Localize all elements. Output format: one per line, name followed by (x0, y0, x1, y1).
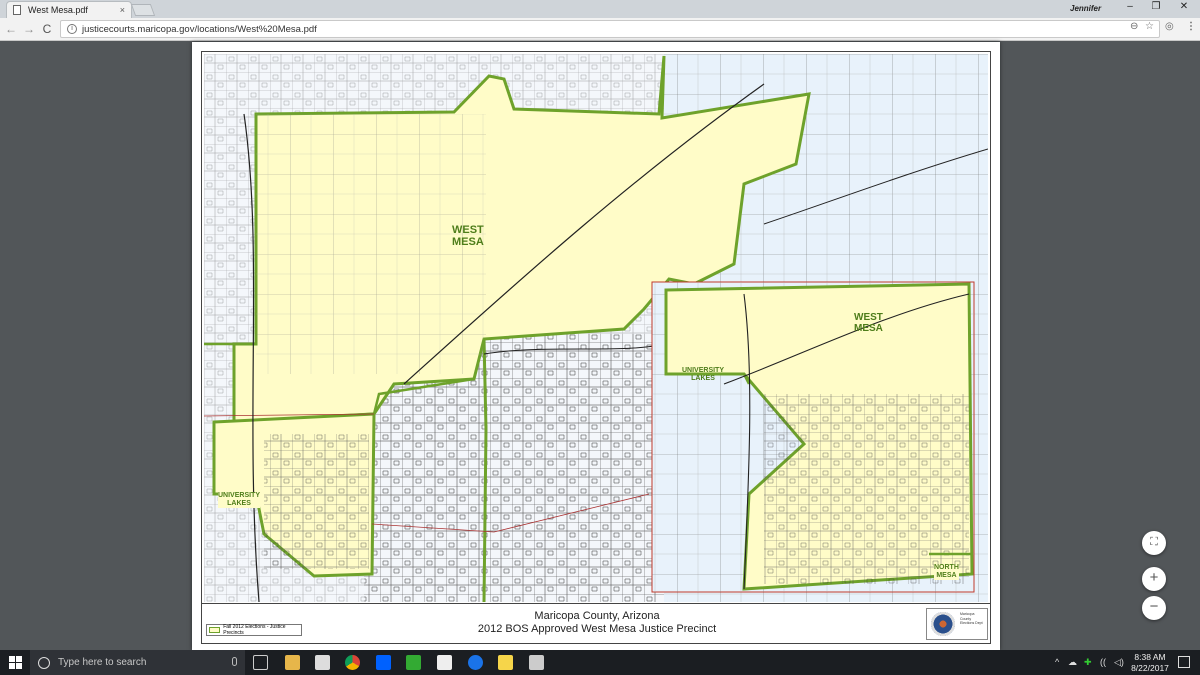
pdf-page: WEST MESA UNIVERSITY LAKES WEST MESA UNIVER… (192, 42, 1000, 650)
task-view-icon[interactable] (253, 655, 268, 670)
reload-button[interactable]: C (40, 22, 54, 36)
label-university-lakes-inset: UNIVERSITY LAKES (682, 367, 725, 382)
mail-icon[interactable] (437, 655, 452, 670)
label-university-lakes-left: UNIVERSITY LAKES (218, 492, 261, 508)
edge-icon[interactable] (468, 655, 483, 670)
map-legend: Fall 2012 Elections - Justice Precincts (206, 624, 302, 636)
cloud-icon[interactable]: ☁ (1068, 657, 1077, 668)
map-title: 2012 BOS Approved West Mesa Justice Prec… (477, 623, 717, 635)
taskbar-search[interactable]: Type here to search (30, 650, 245, 675)
chrome-icon[interactable] (345, 655, 360, 670)
app-icon[interactable] (406, 655, 421, 670)
logo-text: Maricopa County Elections Dept (960, 612, 983, 625)
info-icon[interactable]: i (67, 24, 77, 34)
action-center-icon[interactable] (1178, 656, 1190, 668)
bookmark-star-icon[interactable]: ☆ (1145, 21, 1154, 32)
zoom-out-button[interactable]: − (1142, 596, 1166, 620)
county-seal-icon (931, 612, 955, 636)
forward-button[interactable]: → (22, 22, 36, 36)
minimize-button[interactable]: – (1120, 1, 1140, 12)
legend-label: Fall 2012 Elections - Justice Precincts (223, 624, 286, 636)
search-placeholder: Type here to search (58, 657, 147, 668)
store-icon[interactable] (315, 655, 330, 670)
legend-swatch (209, 627, 221, 633)
profile-name[interactable]: Jennifer (1070, 4, 1101, 13)
sticky-notes-icon[interactable] (498, 655, 513, 670)
tab-close-icon[interactable]: × (120, 5, 125, 15)
cortana-icon[interactable] (38, 656, 50, 669)
taskbar: Type here to search ^ ☁ ✚ (( ◁) 8:38 AM … (0, 650, 1200, 675)
people-icon[interactable] (529, 655, 544, 670)
close-window-button[interactable]: ✕ (1174, 1, 1194, 12)
fit-page-button[interactable]: ⛶ (1142, 531, 1166, 555)
county-title: Maricopa County, Arizona (534, 610, 660, 622)
address-bar[interactable]: i justicecourts.maricopa.gov/locations/W… (60, 20, 1160, 38)
volume-icon[interactable]: ◁) (1114, 657, 1124, 668)
map-title-block: Fall 2012 Elections - Justice Precincts … (202, 603, 990, 643)
tab-strip: West Mesa.pdf × Jennifer – ❐ ✕ (0, 0, 1200, 18)
label-north-mesa: NORTH MESA (934, 564, 959, 580)
extension-icon[interactable]: ◎ (1165, 21, 1174, 32)
shield-icon[interactable]: ✚ (1084, 657, 1092, 668)
zoom-icon[interactable]: ⊖ (1130, 21, 1138, 32)
taskbar-clock[interactable]: 8:38 AM 8/22/2017 (1128, 652, 1172, 674)
inset-map (651, 281, 975, 593)
new-tab-button[interactable] (130, 4, 156, 16)
tab-title: West Mesa.pdf (28, 5, 88, 15)
back-button[interactable]: ← (4, 22, 18, 36)
document-icon (13, 5, 21, 15)
chrome-menu-icon[interactable]: ⋮ (1186, 21, 1196, 32)
browser-toolbar: ← → C i justicecourts.maricopa.gov/locat… (0, 18, 1200, 41)
microphone-icon[interactable] (232, 657, 237, 666)
label-west-mesa-main: WEST MESA (452, 224, 484, 248)
url-text: justicecourts.maricopa.gov/locations/Wes… (82, 23, 317, 35)
file-explorer-icon[interactable] (285, 655, 300, 670)
dropbox-icon[interactable] (376, 655, 391, 670)
tray-overflow-icon[interactable]: ^ (1055, 657, 1059, 667)
map-frame: WEST MESA UNIVERSITY LAKES WEST MESA UNIVER… (201, 51, 991, 644)
clock-date: 8/22/2017 (1131, 663, 1169, 673)
windows-start-icon[interactable] (9, 656, 22, 669)
zoom-in-button[interactable]: + (1142, 567, 1166, 591)
label-west-mesa-inset: WEST MESA (854, 312, 883, 334)
wifi-icon[interactable]: (( (1100, 657, 1106, 667)
tab-west-mesa-pdf[interactable]: West Mesa.pdf × (6, 1, 132, 18)
maximize-button[interactable]: ❐ (1146, 1, 1166, 12)
county-logo: Maricopa County Elections Dept (926, 608, 988, 640)
precinct-map: WEST MESA UNIVERSITY LAKES WEST MESA UNIVER… (204, 54, 988, 602)
clock-time: 8:38 AM (1134, 652, 1166, 662)
